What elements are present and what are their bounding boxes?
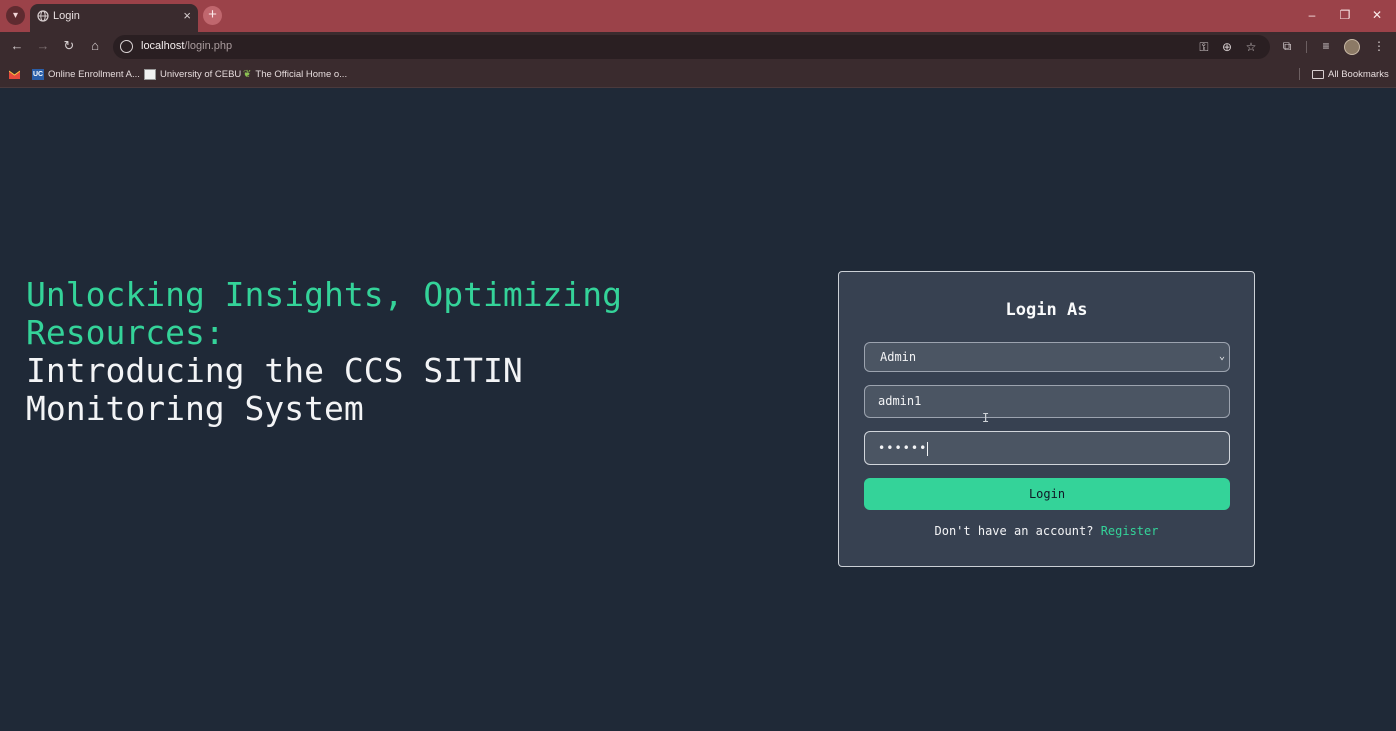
site-info-icon[interactable] — [120, 40, 133, 53]
login-title: Login As — [1005, 300, 1088, 320]
minimize-icon[interactable]: – — [1304, 7, 1320, 23]
close-window-icon[interactable]: ✕ — [1369, 7, 1385, 23]
globe-icon — [37, 10, 49, 22]
restore-icon[interactable]: ❐ — [1337, 7, 1353, 23]
login-button[interactable]: Login — [864, 478, 1230, 510]
folder-icon — [1312, 69, 1324, 79]
url-text: localhost/login.php — [141, 40, 233, 52]
register-link[interactable]: Register — [1101, 524, 1159, 538]
password-key-icon[interactable]: ⚿ — [1196, 39, 1212, 55]
text-cursor-icon: I — [982, 411, 990, 425]
address-bar[interactable]: localhost/login.php ⚿ ⊕ ☆ — [113, 35, 1270, 59]
leaf-icon: ❦ — [243, 69, 252, 80]
login-card: Login As Admin ⌄ admin1 I •••••• Login D… — [838, 271, 1255, 567]
password-value: •••••• — [878, 441, 928, 455]
uc-icon: UC — [32, 68, 44, 80]
bookmark-university-of-cebu[interactable]: University of CEBU — [144, 67, 241, 82]
password-input[interactable]: •••••• — [864, 431, 1230, 465]
extensions-icon[interactable]: ⧉ — [1279, 38, 1295, 54]
tab-strip: ▾ Login × + – ❐ ✕ — [0, 0, 1396, 32]
toolbar-divider — [1306, 41, 1307, 53]
tab-search-icon[interactable]: ▾ — [6, 6, 25, 25]
hero-heading: Unlocking Insights, Optimizing Resources… — [26, 276, 686, 428]
role-select-value: Admin — [880, 350, 917, 364]
all-bookmarks-button[interactable]: All Bookmarks — [1312, 67, 1389, 82]
back-icon[interactable]: ← — [8, 37, 26, 55]
reload-icon[interactable]: ↻ — [60, 37, 78, 55]
bookmark-official-home[interactable]: ❦ The Official Home o... — [243, 67, 347, 82]
register-prompt: Don't have an account? Register — [839, 524, 1254, 538]
username-value: admin1 — [878, 394, 922, 408]
active-tab[interactable]: Login × — [30, 4, 198, 32]
no-account-text: Don't have an account? — [934, 524, 1094, 538]
uc-crest-icon — [144, 68, 156, 80]
role-select[interactable]: Admin ⌄ — [864, 342, 1230, 372]
media-control-icon[interactable]: ≡ — [1318, 38, 1334, 54]
text-caret — [927, 441, 929, 456]
hero-title: Introducing the CCS SITIN Monitoring Sys… — [26, 351, 523, 428]
home-icon[interactable]: ⌂ — [86, 37, 104, 55]
more-menu-icon[interactable]: ⋮ — [1371, 38, 1387, 54]
gmail-icon[interactable] — [9, 67, 24, 82]
username-input[interactable]: admin1 I — [864, 385, 1230, 425]
bookmarks-bar: UC Online Enrollment A... University of C… — [0, 61, 1396, 88]
tab-title: Login — [53, 10, 80, 22]
browser-toolbar: ← → ↻ ⌂ localhost/login.php ⚿ ⊕ ☆ ⧉ ≡ ⋮ — [0, 32, 1396, 61]
chevron-down-icon: ⌄ — [1218, 351, 1225, 362]
forward-icon[interactable]: → — [34, 37, 52, 55]
bookmark-star-icon[interactable]: ☆ — [1243, 39, 1259, 55]
bookmark-online-enrollment[interactable]: UC Online Enrollment A... — [32, 67, 140, 82]
close-tab-icon[interactable]: × — [183, 8, 191, 23]
bookmarks-divider — [1299, 68, 1300, 80]
new-tab-button[interactable]: + — [203, 6, 222, 25]
zoom-icon[interactable]: ⊕ — [1219, 39, 1235, 55]
profile-avatar[interactable] — [1344, 39, 1360, 55]
hero-tagline: Unlocking Insights, Optimizing Resources… — [26, 275, 623, 352]
